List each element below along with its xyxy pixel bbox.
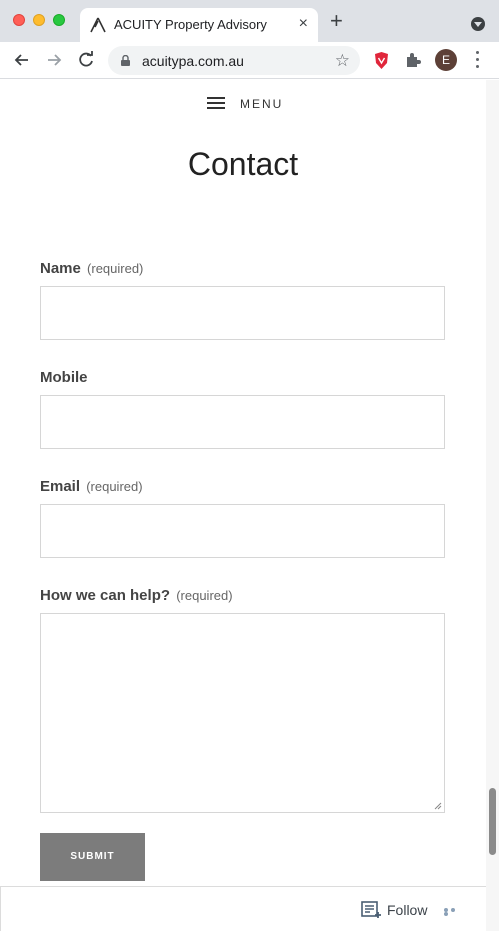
reader-follow-icon[interactable] [361,901,383,919]
submit-button[interactable]: SUBMIT [40,833,145,881]
help-label: How we can help? (required) [40,587,233,604]
profile-avatar[interactable]: E [435,49,457,71]
url-text: acuitypa.com.au [142,53,244,69]
page-scrollbar[interactable] [486,80,499,931]
window-close-button[interactable] [13,14,25,26]
reload-icon[interactable] [76,50,96,70]
back-icon[interactable] [12,50,32,70]
browser-tab-strip: ACUITY Property Advisory × + [0,0,499,42]
help-label-text: How we can help? [40,587,171,604]
name-label-text: Name [40,260,81,277]
email-label-text: Email [40,478,81,495]
brave-shield-icon[interactable] [373,51,390,70]
kebab-icon[interactable] [476,51,480,69]
forward-icon[interactable] [44,50,64,70]
plus-icon[interactable]: + [330,10,343,32]
help-textarea[interactable] [40,613,445,813]
tab-search-button[interactable] [471,17,485,31]
resize-grip-icon[interactable] [434,802,442,810]
mobile-label: Mobile [40,369,88,386]
email-label: Email (required) [40,478,143,495]
follow-button[interactable]: Follow [387,902,427,918]
active-tab[interactable]: ACUITY Property Advisory × [80,8,318,42]
window-minimize-button[interactable] [33,14,45,26]
close-icon[interactable]: × [299,15,308,33]
more-icon[interactable] [444,908,464,916]
hamburger-icon[interactable] [207,97,225,109]
mobile-field[interactable] [40,395,445,449]
page-content: MENU Contact Name (required) Mobile Emai… [0,80,486,931]
menu-label[interactable]: MENU [240,97,283,111]
star-icon[interactable]: ☆ [335,51,350,71]
email-field[interactable] [40,504,445,558]
tab-title: ACUITY Property Advisory [114,17,267,32]
name-required-note: (required) [87,261,144,276]
scroll-thumb[interactable] [489,788,496,855]
help-required-note: (required) [176,588,233,603]
lock-icon[interactable] [121,55,130,66]
name-field[interactable] [40,286,445,340]
browser-toolbar: acuitypa.com.au ☆ E [0,42,499,79]
follow-bar: Follow [0,886,486,931]
name-label: Name (required) [40,260,143,277]
address-bar[interactable]: acuitypa.com.au ☆ [108,46,360,75]
mobile-label-text: Mobile [40,369,88,386]
email-required-note: (required) [86,479,143,494]
acuity-logo-icon [90,17,106,33]
puzzle-icon[interactable] [404,51,422,69]
menu-toggle[interactable]: MENU [0,95,486,113]
page-title: Contact [187,146,299,182]
window-zoom-button[interactable] [53,14,65,26]
